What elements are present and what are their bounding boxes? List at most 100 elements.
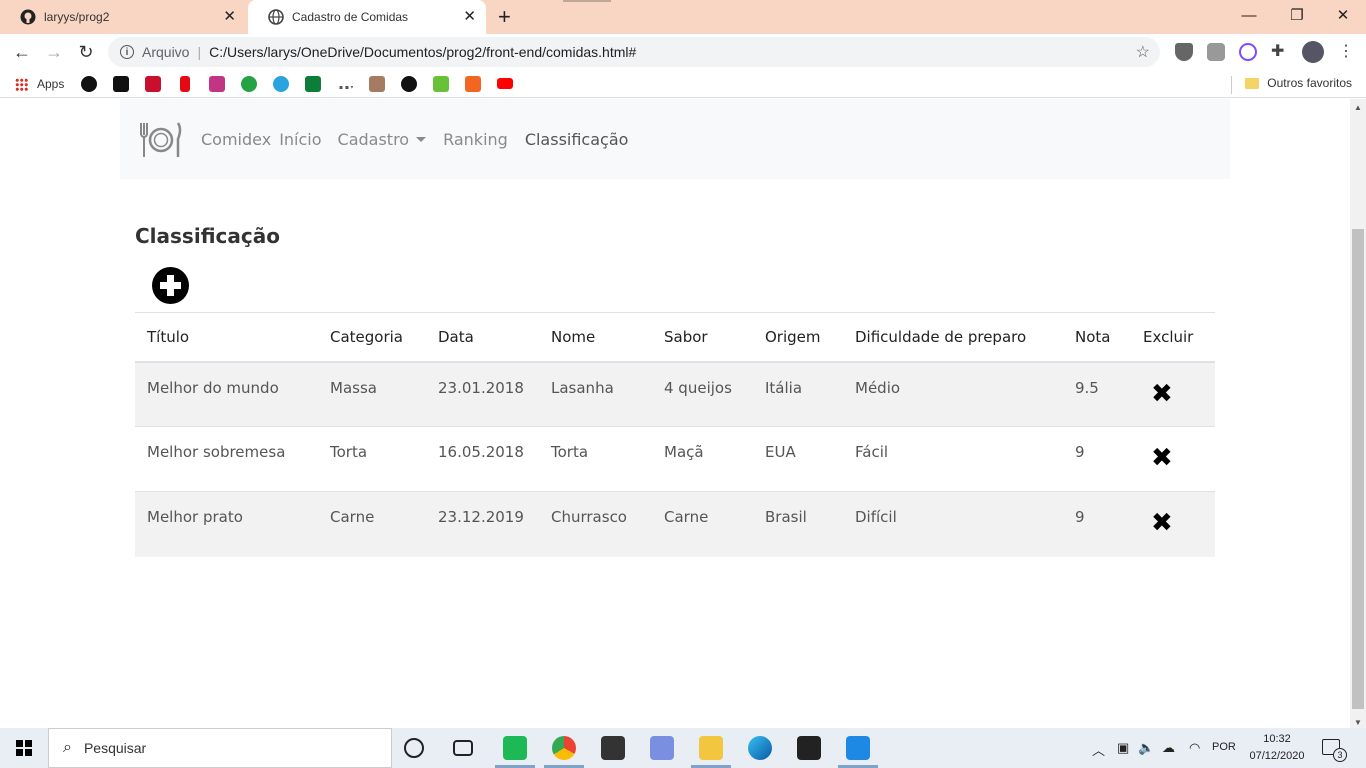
cell-data: 23.12.2019 xyxy=(426,491,539,557)
shield-extension-icon[interactable] xyxy=(1175,43,1193,61)
address-bar[interactable]: i Arquivo | C:/Users/larys/OneDrive/Docu… xyxy=(108,37,1160,67)
chrome-icon[interactable] xyxy=(552,736,576,760)
bookmark-green-icon[interactable] xyxy=(241,76,257,92)
close-window-button[interactable]: ✕ xyxy=(1320,0,1366,30)
taskbar-search[interactable]: ⌕ Pesquisar xyxy=(48,728,392,768)
brand-name[interactable]: Comidex xyxy=(201,130,271,149)
minimize-button[interactable]: — xyxy=(1226,0,1272,30)
bookmark-cisco-icon[interactable] xyxy=(337,79,353,89)
header-dificuldade: Dificuldade de preparo xyxy=(843,312,1063,363)
cell-data: 16.05.2018 xyxy=(426,426,539,492)
header-origem: Origem xyxy=(753,312,843,363)
close-tab-icon[interactable]: ✕ xyxy=(223,9,236,25)
language-indicator[interactable]: POR xyxy=(1212,741,1236,753)
restore-button[interactable]: ❐ xyxy=(1274,0,1320,30)
bookmark-duolingo-icon[interactable] xyxy=(433,76,449,92)
tab-cadastro[interactable]: Cadastro de Comidas ✕ xyxy=(248,0,486,34)
sticky-notes-icon[interactable] xyxy=(797,736,821,760)
tab-title: laryys/prog2 xyxy=(44,10,110,24)
nav-inicio[interactable]: Início xyxy=(279,130,321,149)
other-bookmarks[interactable]: Outros favoritos xyxy=(1245,76,1352,90)
tab-title: Cadastro de Comidas xyxy=(292,10,409,24)
tray-chevron-icon[interactable]: ︿ xyxy=(1092,740,1105,759)
reload-icon[interactable]: ↻ xyxy=(75,41,97,63)
bookmark-netflix-icon[interactable] xyxy=(180,76,190,92)
cell-titulo: Melhor prato xyxy=(135,491,318,557)
bookmark-gmail-icon[interactable] xyxy=(145,76,161,92)
settings-app-icon[interactable] xyxy=(650,736,674,760)
cell-excluir: ✖ xyxy=(1131,426,1215,492)
other-bookmarks-label: Outros favoritos xyxy=(1267,76,1352,90)
tab-github[interactable]: laryys/prog2 ✕ xyxy=(0,0,246,34)
bookmark-photo-icon[interactable] xyxy=(369,76,385,92)
delete-x-icon[interactable]: ✖ xyxy=(1151,510,1173,536)
page-title: Classificação xyxy=(135,224,280,248)
apps-label: Apps xyxy=(37,77,65,91)
volume-icon[interactable]: 🔈 xyxy=(1138,740,1154,756)
scroll-up-arrow-icon[interactable]: ▲ xyxy=(1354,103,1362,112)
close-tab-icon[interactable]: ✕ xyxy=(463,9,476,25)
nav-cadastro-dropdown[interactable]: Cadastro xyxy=(338,130,427,149)
delete-x-icon[interactable]: ✖ xyxy=(1151,381,1173,407)
taskbar-clock[interactable]: 10:32 07/12/2020 xyxy=(1246,731,1308,765)
task-view-icon[interactable] xyxy=(453,740,473,756)
apps-bookmark[interactable]: Apps xyxy=(15,77,64,91)
puzzle-extensions-icon[interactable]: ✚ xyxy=(1271,43,1289,61)
bookmarks-bar: Apps Outros favoritos xyxy=(0,70,1366,98)
file-explorer-icon[interactable] xyxy=(699,736,723,760)
onedrive-icon[interactable]: ☁ xyxy=(1162,740,1175,756)
clock-time: 10:32 xyxy=(1263,733,1291,745)
scroll-down-arrow-icon[interactable]: ▼ xyxy=(1354,718,1362,727)
vscode-icon[interactable] xyxy=(846,736,870,760)
bookmark-github-icon[interactable] xyxy=(401,76,417,92)
bookmark-s-icon[interactable] xyxy=(465,76,481,92)
cutlery-plate-icon[interactable] xyxy=(138,119,184,159)
bookmark-globe-icon[interactable] xyxy=(81,76,97,92)
add-circle-icon[interactable] xyxy=(152,267,189,304)
cortana-icon[interactable] xyxy=(404,738,424,758)
bookmark-youtube-icon[interactable] xyxy=(497,78,513,89)
cell-titulo: Melhor do mundo xyxy=(135,361,318,427)
back-icon[interactable]: ← xyxy=(11,41,33,63)
search-placeholder: Pesquisar xyxy=(83,740,147,756)
nav-classificacao[interactable]: Classificação xyxy=(525,130,629,149)
table-header-row: Título Categoria Data Nome Sabor Origem … xyxy=(135,312,1215,363)
menu-kebab-icon[interactable]: ⋮ xyxy=(1337,43,1355,61)
bookmark-star-icon[interactable]: ☆ xyxy=(1136,42,1150,62)
forward-icon[interactable]: → xyxy=(43,41,65,63)
table-row: Melhor do mundo Massa 23.01.2018 Lasanha… xyxy=(135,361,1215,427)
cell-origem: Brasil xyxy=(753,491,843,557)
profile-avatar[interactable] xyxy=(1302,41,1324,63)
bookmark-v-icon[interactable] xyxy=(113,76,129,92)
tab-strip: laryys/prog2 ✕ Cadastro de Comidas ✕ + —… xyxy=(0,0,1366,34)
bookmark-sheets-icon[interactable] xyxy=(305,76,321,92)
cell-categoria: Torta xyxy=(318,426,426,492)
classification-table: Título Categoria Data Nome Sabor Origem … xyxy=(135,312,1215,557)
meet-now-icon[interactable]: ▣ xyxy=(1117,740,1129,756)
caret-down-icon xyxy=(416,136,427,142)
edge-icon[interactable] xyxy=(748,736,772,760)
scrollbar-thumb[interactable] xyxy=(1352,229,1364,709)
wifi-icon[interactable]: ◠ xyxy=(1189,740,1200,756)
header-titulo: Título xyxy=(135,312,318,363)
info-icon[interactable]: i xyxy=(120,45,134,59)
cell-nome: Churrasco xyxy=(539,491,652,557)
nav-ranking[interactable]: Ranking xyxy=(443,130,508,149)
cell-categoria: Massa xyxy=(318,361,426,427)
header-data: Data xyxy=(426,312,539,363)
header-excluir: Excluir xyxy=(1131,312,1215,363)
folder-icon xyxy=(1245,77,1260,89)
delete-x-icon[interactable]: ✖ xyxy=(1151,445,1173,471)
cell-nota: 9.5 xyxy=(1063,361,1131,427)
nav-cadastro-label: Cadastro xyxy=(337,129,410,149)
windows-start-icon[interactable] xyxy=(16,740,32,756)
page-scrollbar[interactable]: ▲ ▼ xyxy=(1350,99,1366,729)
clock-extension-icon[interactable] xyxy=(1239,43,1257,61)
bookmarks-divider xyxy=(1231,76,1232,94)
new-tab-button[interactable]: + xyxy=(498,6,511,28)
bookmark-instagram-icon[interactable] xyxy=(209,76,225,92)
pdf-extension-icon[interactable] xyxy=(1207,43,1225,61)
bookmark-telegram-icon[interactable] xyxy=(273,76,289,92)
store-icon[interactable] xyxy=(601,736,625,760)
spotify-icon[interactable] xyxy=(503,736,527,760)
